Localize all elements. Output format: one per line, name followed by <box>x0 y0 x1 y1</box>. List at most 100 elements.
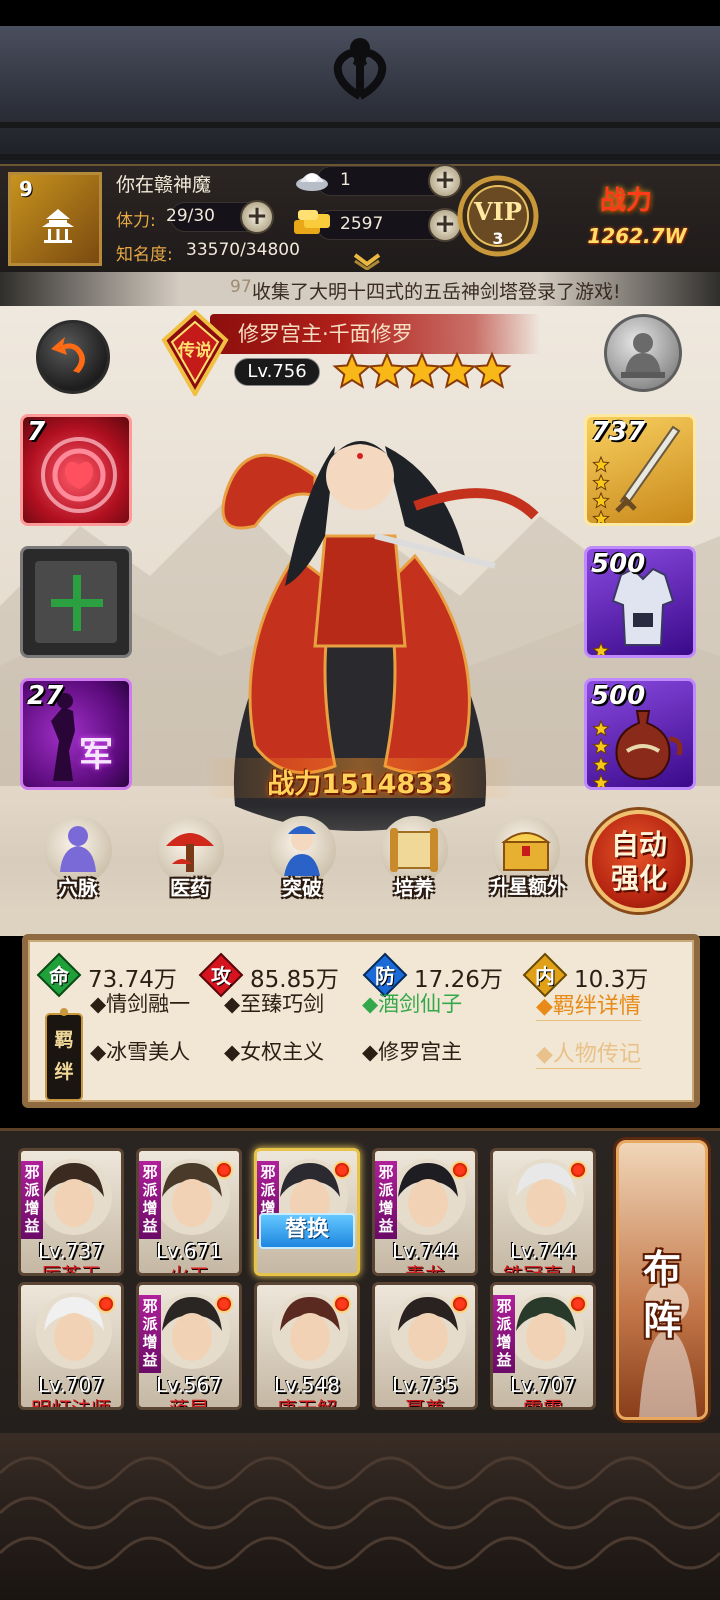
announcement-marquee: 97 收集了大明十四式的五岳神剑塔登录了游戏! <box>0 272 720 306</box>
weapon-count: 737 <box>591 417 646 447</box>
star-icon <box>592 641 610 655</box>
star-icon <box>472 351 512 389</box>
notification-dot-icon <box>215 1161 233 1179</box>
hero-detail-area: 传说 修罗宫主·千面修罗 Lv.756 7 27 军 737 500 500 战… <box>0 306 720 936</box>
combat-value: 1514833 <box>321 769 453 800</box>
roster-hero-name: 雷震 <box>523 1397 563 1410</box>
bond-item[interactable]: ◆冰雪美人 <box>90 1036 190 1066</box>
chevron-down-icon[interactable] <box>352 252 382 270</box>
vip-label: VIP <box>473 197 522 226</box>
add-plus-icon <box>35 561 117 643</box>
star-icon <box>437 351 477 389</box>
meridian-button[interactable]: 穴脉 <box>30 814 126 906</box>
hero-name: 修罗宫主·千面修罗 <box>238 322 413 346</box>
stat-life-label: 命 <box>49 964 69 988</box>
formation-button[interactable]: 布阵 <box>616 1140 708 1420</box>
total-power-badge: 战力 1262.7W <box>562 172 712 262</box>
bond-item[interactable]: ◆至臻巧剑 <box>224 988 324 1018</box>
stamina-value: 29/30 <box>166 206 215 226</box>
function-button-row: 穴脉 医药 突破 培养 升星额外 自动 强化 <box>0 806 720 916</box>
cultivate-button[interactable]: 培养 <box>366 814 462 906</box>
roster-hero-card[interactable]: 邪派增益 Lv.671 火工 <box>136 1148 242 1276</box>
add-stamina-button[interactable]: + <box>240 200 274 234</box>
treasure-count: 500 <box>591 681 646 711</box>
formation-label-char: 布 <box>642 1246 681 1291</box>
notification-dot-icon <box>333 1161 351 1179</box>
legend-rank-emblem: 传说 <box>161 310 229 396</box>
stamina-label: 体力: <box>116 211 156 231</box>
faction-buff-tag: 邪派增益 <box>493 1295 515 1373</box>
status-bar <box>0 0 720 26</box>
bottom-wave-decoration <box>0 1433 720 1600</box>
auto-line-2: 强化 <box>610 862 667 895</box>
stat-attack-label: 攻 <box>211 964 231 988</box>
bond-item-active[interactable]: ◆酒剑仙子 <box>362 988 462 1018</box>
rank-badge-text: 传说 <box>177 340 212 361</box>
cloud-ornament-icon <box>333 38 387 100</box>
player-avatar[interactable]: 9 <box>8 172 102 266</box>
auto-line-1: 自动 <box>610 828 667 861</box>
roof-decoration <box>0 26 720 164</box>
return-arrow-icon <box>51 337 85 373</box>
stat-inner-label: 内 <box>535 964 555 988</box>
star-up-label: 升星额外 <box>489 876 566 898</box>
stat-defense-label: 防 <box>375 964 395 988</box>
empty-equip-slot[interactable] <box>20 546 132 658</box>
bond-tag-char-2: 绊 <box>54 1060 73 1083</box>
weapon-slot[interactable]: 737 <box>584 414 696 526</box>
roster-hero-card[interactable]: 邪派增益替换 <box>254 1148 360 1276</box>
skill-slot-top-left[interactable]: 7 <box>20 414 132 526</box>
hero-portrait-icon <box>36 1159 112 1235</box>
breakthrough-button[interactable]: 突破 <box>254 814 350 906</box>
weapon-star-column <box>592 455 610 523</box>
player-level: 9 <box>19 177 33 201</box>
hero-portrait-button[interactable] <box>604 314 682 392</box>
biography-link[interactable]: ◆人物传记 <box>536 1036 641 1069</box>
armor-slot[interactable]: 500 <box>584 546 696 658</box>
roster-hero-name: 青龙 <box>405 1263 445 1276</box>
medicine-label: 医药 <box>170 876 210 900</box>
roster-hero-card[interactable]: 邪派增益 Lv.737 厉苍天 <box>18 1148 124 1276</box>
star-icon <box>592 719 610 737</box>
auto-strengthen-button[interactable]: 自动 强化 <box>588 810 690 912</box>
star-icon <box>592 491 610 509</box>
power-value: 1262.7W <box>587 224 687 248</box>
bond-item[interactable]: ◆女权主义 <box>224 1036 324 1066</box>
roster-hero-card[interactable]: Lv.707 明灯法师 <box>18 1282 124 1410</box>
silver-ingot-icon <box>296 173 328 191</box>
roster-hero-card[interactable]: 邪派增益 Lv.707 雷震 <box>490 1282 596 1410</box>
notification-dot-icon <box>215 1295 233 1313</box>
star-icon <box>592 455 610 473</box>
roster-hero-name: 厉苍天 <box>41 1263 101 1276</box>
roster-hero-card[interactable]: 邪派增益 Lv.744 青龙 <box>372 1148 478 1276</box>
roster-hero-card[interactable]: 邪派增益 Lv.567 蒋昆 <box>136 1282 242 1410</box>
vip-level: 3 <box>492 229 503 248</box>
medicine-button[interactable]: 医药 <box>142 814 238 906</box>
roster-hero-card[interactable]: Lv.744 铁冠真人 <box>490 1148 596 1276</box>
roster-hero-card[interactable]: Lv.548 唐无解 <box>254 1282 360 1410</box>
roster-hero-card[interactable]: Lv.735 聂尊 <box>372 1282 478 1410</box>
bond-item[interactable]: ◆修罗宫主 <box>362 1036 462 1066</box>
replace-button[interactable]: 替换 <box>259 1213 355 1249</box>
star-icon <box>592 473 610 491</box>
breakthrough-label: 突破 <box>282 876 322 900</box>
roster-hero-name: 聂尊 <box>405 1397 445 1410</box>
notification-dot-icon <box>569 1161 587 1179</box>
hero-combat-power: 战力1514833 <box>0 762 720 801</box>
fame-label: 知名度: <box>116 245 173 265</box>
bond-item[interactable]: ◆情剑融一 <box>90 988 190 1018</box>
bond-tag-char-1: 羁 <box>54 1029 73 1051</box>
back-button[interactable] <box>36 320 110 394</box>
faction-buff-tag: 邪派增益 <box>375 1161 397 1239</box>
attribute-panel: 命 73.74万 攻 85.85万 防 17.26万 内 10.3万 羁 绊 ◆… <box>22 934 700 1108</box>
pagoda-icon <box>42 209 74 243</box>
roster-hero-name: 明灯法师 <box>31 1397 111 1410</box>
gold-ingot-icon <box>294 210 330 234</box>
vip-badge-icon[interactable]: VIP 3 <box>457 172 539 260</box>
armor-count: 500 <box>591 549 646 579</box>
bond-details-link[interactable]: ◆羁绊详情 <box>536 988 641 1021</box>
formation-label: 布阵 <box>619 1243 705 1347</box>
star-up-button[interactable]: 升星额外 <box>478 814 578 906</box>
roster-hero-name: 唐无解 <box>277 1397 337 1410</box>
roster-hero-name: 火工 <box>169 1263 209 1276</box>
